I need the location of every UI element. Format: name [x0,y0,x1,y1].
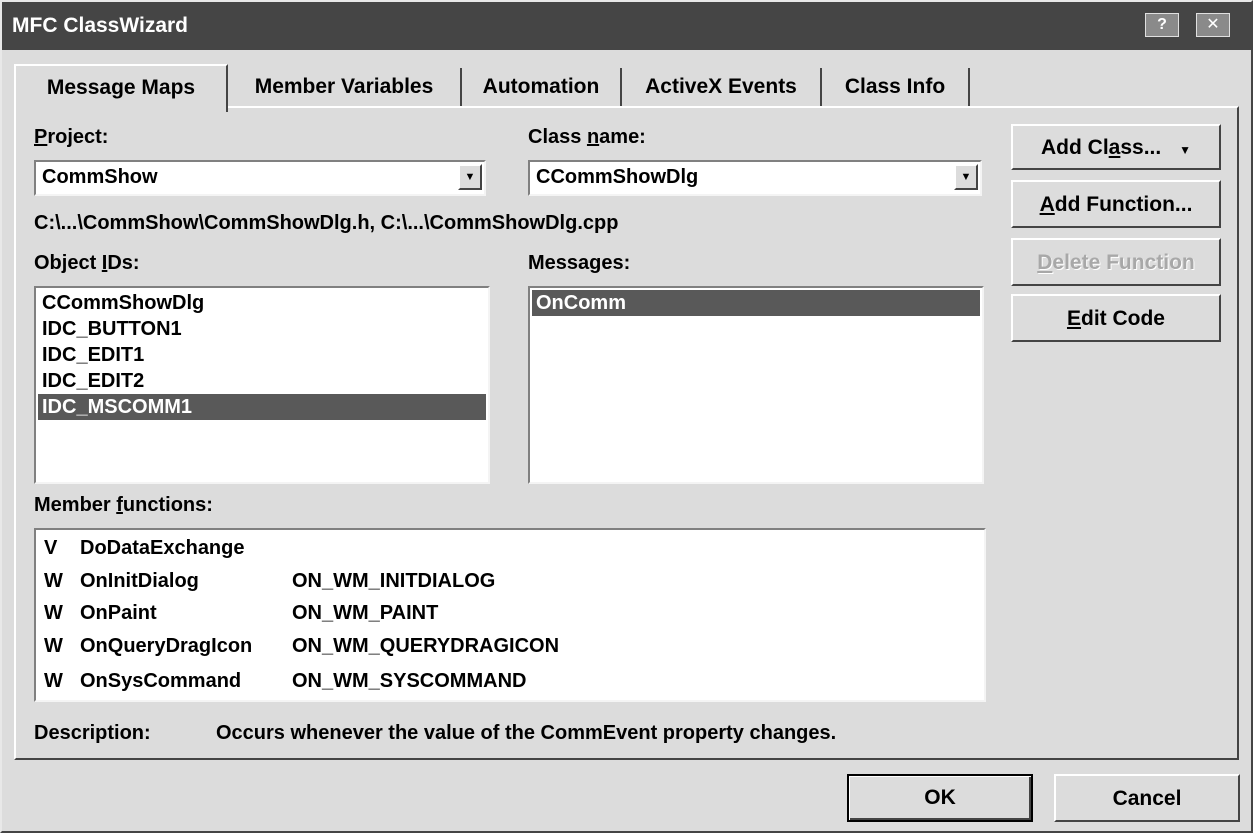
function-name: OnPaint [80,602,157,624]
member-functions-label: Member functions: [34,494,213,516]
description-label: Description: [34,722,151,744]
tab-label: Automation [482,75,600,98]
function-macro: ON_WM_QUERYDRAGICON [292,635,560,657]
add-function-button[interactable]: Add Function... [1011,180,1221,228]
function-kind: W [44,570,63,592]
list-item[interactable]: IDC_EDIT2 [38,368,486,394]
project-combo[interactable]: CommShow ▼ [34,160,486,196]
message-maps-panel: Project: CommShow ▼ Class name: CCommSho… [14,106,1239,760]
help-button[interactable]: ? [1145,13,1179,37]
table-row[interactable]: W OnPaint ON_WM_PAINT [36,597,976,630]
object-ids-list[interactable]: CCommShowDlg IDC_BUTTON1 IDC_EDIT1 IDC_E… [34,286,490,484]
class-name-label: Class name: [528,126,646,148]
title-bar[interactable]: MFC ClassWizard ? ✕ [2,2,1251,50]
list-item[interactable]: IDC_BUTTON1 [38,316,486,342]
list-item[interactable]: IDC_EDIT1 [38,342,486,368]
add-class-button[interactable]: Add Class... ▼ [1011,124,1221,170]
tab-label: Message Maps [46,76,196,99]
file-path: C:\...\CommShow\CommShowDlg.h, C:\...\Co… [34,212,619,234]
class-name-value: CCommShowDlg [536,166,699,188]
project-label: Project: [34,126,109,148]
description-text: Occurs whenever the value of the CommEve… [216,722,837,744]
close-button[interactable]: ✕ [1196,13,1230,37]
window-title: MFC ClassWizard [12,14,189,37]
function-macro: ON_WM_PAINT [292,602,439,624]
tab-label: Class Info [844,75,946,98]
function-kind: W [44,635,63,657]
class-name-combo[interactable]: CCommShowDlg ▼ [528,160,982,196]
ok-button[interactable]: OK [847,774,1033,822]
messages-list[interactable]: OnComm [528,286,984,484]
question-mark-icon: ? [1157,16,1167,33]
tab-message-maps[interactable]: Message Maps [14,64,228,112]
chevron-down-icon[interactable]: ▼ [458,164,482,190]
cancel-button[interactable]: Cancel [1054,774,1240,822]
function-kind: W [44,670,63,692]
table-row[interactable]: W OnInitDialog ON_WM_INITDIALOG [36,565,976,598]
function-name: OnSysCommand [80,670,242,692]
function-name: DoDataExchange [80,537,245,559]
member-functions-list[interactable]: V DoDataExchange W OnInitDialog ON_WM_IN… [34,528,986,702]
tab-label: Member Variables [254,75,434,98]
list-item-selected[interactable]: OnComm [532,290,980,316]
tab-activex-events[interactable]: ActiveX Events [622,68,822,108]
tab-member-variables[interactable]: Member Variables [228,68,462,108]
close-icon: ✕ [1206,16,1220,33]
tab-label: ActiveX Events [645,75,797,98]
tab-class-info[interactable]: Class Info [822,68,970,108]
tab-strip: Message Maps Member Variables Automation… [14,64,994,112]
chevron-down-icon[interactable]: ▼ [954,164,978,190]
list-item[interactable]: CCommShowDlg [38,290,486,316]
tab-automation[interactable]: Automation [462,68,622,108]
function-name: OnQueryDragIcon [80,635,253,657]
function-macro: ON_WM_SYSCOMMAND [292,670,527,692]
table-row[interactable]: W OnSysCommand ON_WM_SYSCOMMAND [36,665,976,698]
table-row[interactable]: W OnQueryDragIcon ON_WM_QUERYDRAGICON [36,630,976,663]
list-item-selected[interactable]: IDC_MSCOMM1 [38,394,486,420]
delete-function-button[interactable]: Delete Function [1011,238,1221,286]
messages-label: Messages: [528,252,631,274]
function-name: OnInitDialog [80,570,199,592]
function-kind: V [44,537,58,559]
edit-code-button[interactable]: Edit Code [1011,294,1221,342]
dropdown-arrow-icon: ▼ [1179,143,1191,157]
function-macro: ON_WM_INITDIALOG [292,570,496,592]
classwizard-dialog: MFC ClassWizard ? ✕ Message Maps Member … [0,0,1253,833]
table-row[interactable]: V DoDataExchange [36,532,976,565]
object-ids-label: Object IDs: [34,252,140,274]
project-value: CommShow [42,166,158,188]
function-kind: W [44,602,63,624]
